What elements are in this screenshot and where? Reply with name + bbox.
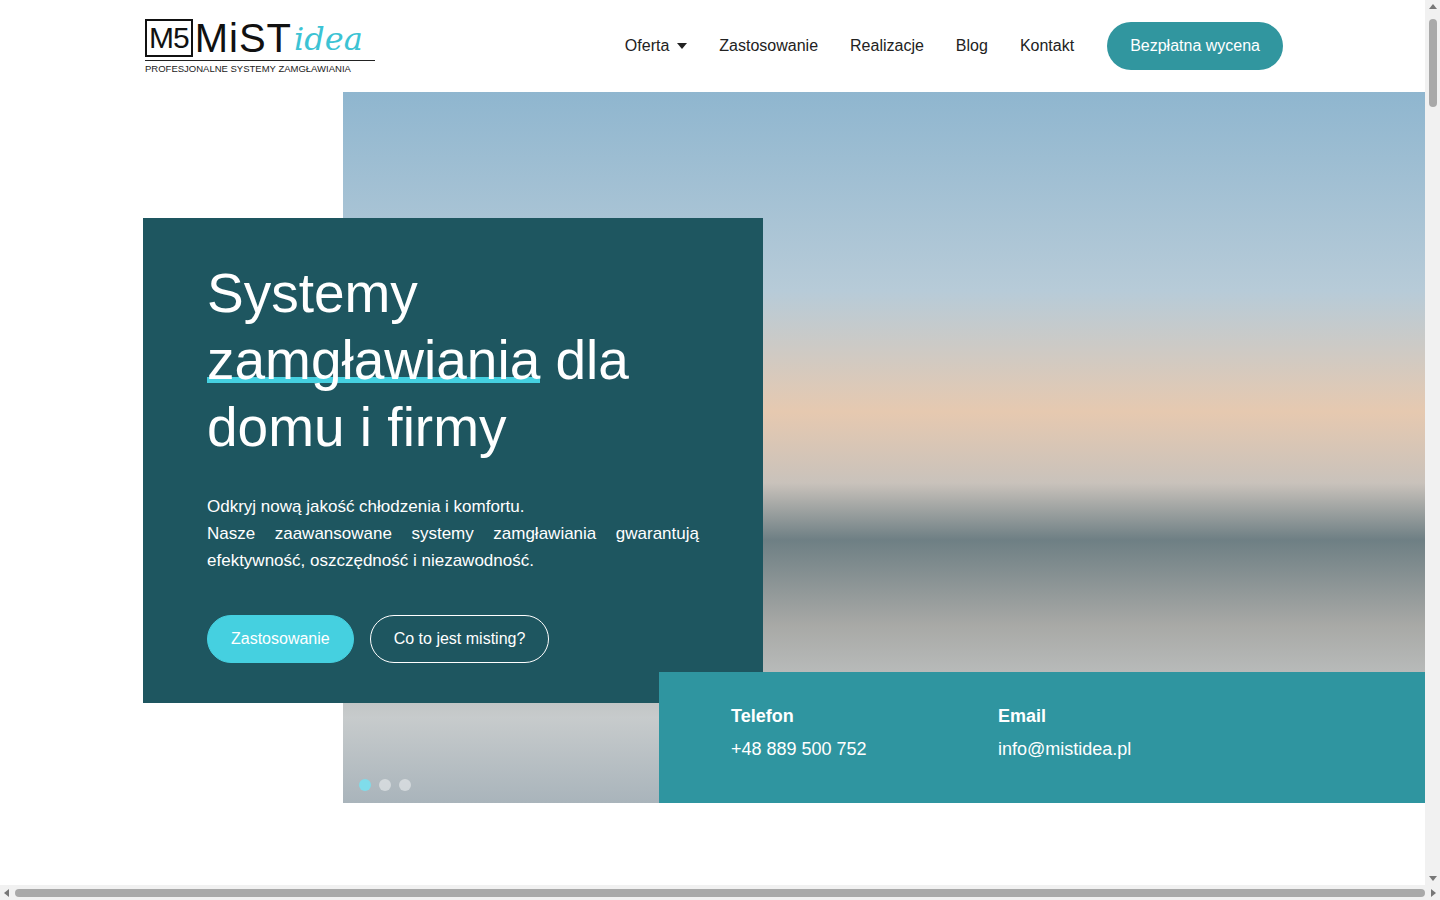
contact-item: Telefon +48 889 500 752 [731, 706, 998, 783]
contact-value[interactable]: +48 889 500 752 [731, 739, 998, 760]
arrow-left-icon[interactable] [4, 889, 9, 897]
contact-value[interactable]: info@mistidea.pl [998, 739, 1265, 760]
hero: Systemy zamgławiania dla domu i firmy Odk… [143, 92, 1425, 803]
page: M5MiSTidea PROFESJONALNE SYSTEMY ZAMGŁAWI… [0, 0, 1440, 900]
hero-title: Systemy zamgławiania dla domu i firmy [207, 260, 697, 461]
main-area: M5MiSTidea PROFESJONALNE SYSTEMY ZAMGŁAWI… [0, 0, 1425, 885]
scroll-thumb[interactable] [1429, 19, 1437, 107]
title-highlight: zamgławiania [207, 329, 540, 391]
slider-dot[interactable] [359, 779, 371, 791]
logo-tagline: PROFESJONALNE SYSTEMY ZAMGŁAWIANIA [145, 60, 375, 74]
quote-button[interactable]: Bezpłatna wycena [1107, 22, 1283, 70]
nav-item[interactable]: Oferta [625, 37, 687, 55]
header: M5MiSTidea PROFESJONALNE SYSTEMY ZAMGŁAWI… [0, 0, 1425, 92]
vertical-scrollbar[interactable] [1425, 0, 1440, 885]
slider-dots [359, 779, 411, 791]
scroll-thumb[interactable] [15, 889, 1425, 897]
arrow-down-icon[interactable] [1429, 876, 1437, 881]
logo-mark: M5 [145, 19, 193, 57]
contact-item: Email info@mistidea.pl [998, 706, 1265, 783]
hero-panel: Systemy zamgławiania dla domu i firmy Odk… [143, 218, 763, 703]
nav-item[interactable]: Kontakt [1020, 37, 1074, 55]
slider-dot[interactable] [379, 779, 391, 791]
arrow-up-icon[interactable] [1429, 4, 1437, 9]
slider-dot[interactable] [399, 779, 411, 791]
caret-down-icon [677, 43, 687, 49]
hero-body: Nasze zaawansowane systemy zamgławiania … [207, 520, 699, 574]
arrow-right-icon[interactable] [1431, 889, 1436, 897]
horizontal-scrollbar[interactable] [0, 885, 1440, 900]
nav-item[interactable]: Realizacje [850, 37, 924, 55]
contact-strip: Telefon +48 889 500 752Email info@mistidea… [659, 672, 1425, 803]
hero-buttons: Zastosowanie Co to jest misting? [207, 615, 699, 663]
nav-item[interactable]: Zastosowanie [719, 37, 818, 55]
logo-name: MiST [195, 19, 292, 57]
contact-label: Telefon [731, 706, 998, 727]
hero-button[interactable]: Zastosowanie [207, 615, 354, 663]
logo-accent: idea [294, 21, 363, 57]
hero-lead: Odkryj nową jakość chłodzenia i komfortu… [207, 493, 699, 520]
logo-wordmark: M5MiSTidea [145, 19, 375, 57]
logo[interactable]: M5MiSTidea PROFESJONALNE SYSTEMY ZAMGŁAWI… [145, 19, 375, 74]
nav-item[interactable]: Blog [956, 37, 988, 55]
contact-label: Email [998, 706, 1265, 727]
viewport: M5MiSTidea PROFESJONALNE SYSTEMY ZAMGŁAWI… [0, 0, 1440, 885]
hero-button[interactable]: Co to jest misting? [370, 615, 550, 663]
main-nav: Oferta Zastosowanie Realizacje Blog Kontakt B… [625, 22, 1283, 70]
